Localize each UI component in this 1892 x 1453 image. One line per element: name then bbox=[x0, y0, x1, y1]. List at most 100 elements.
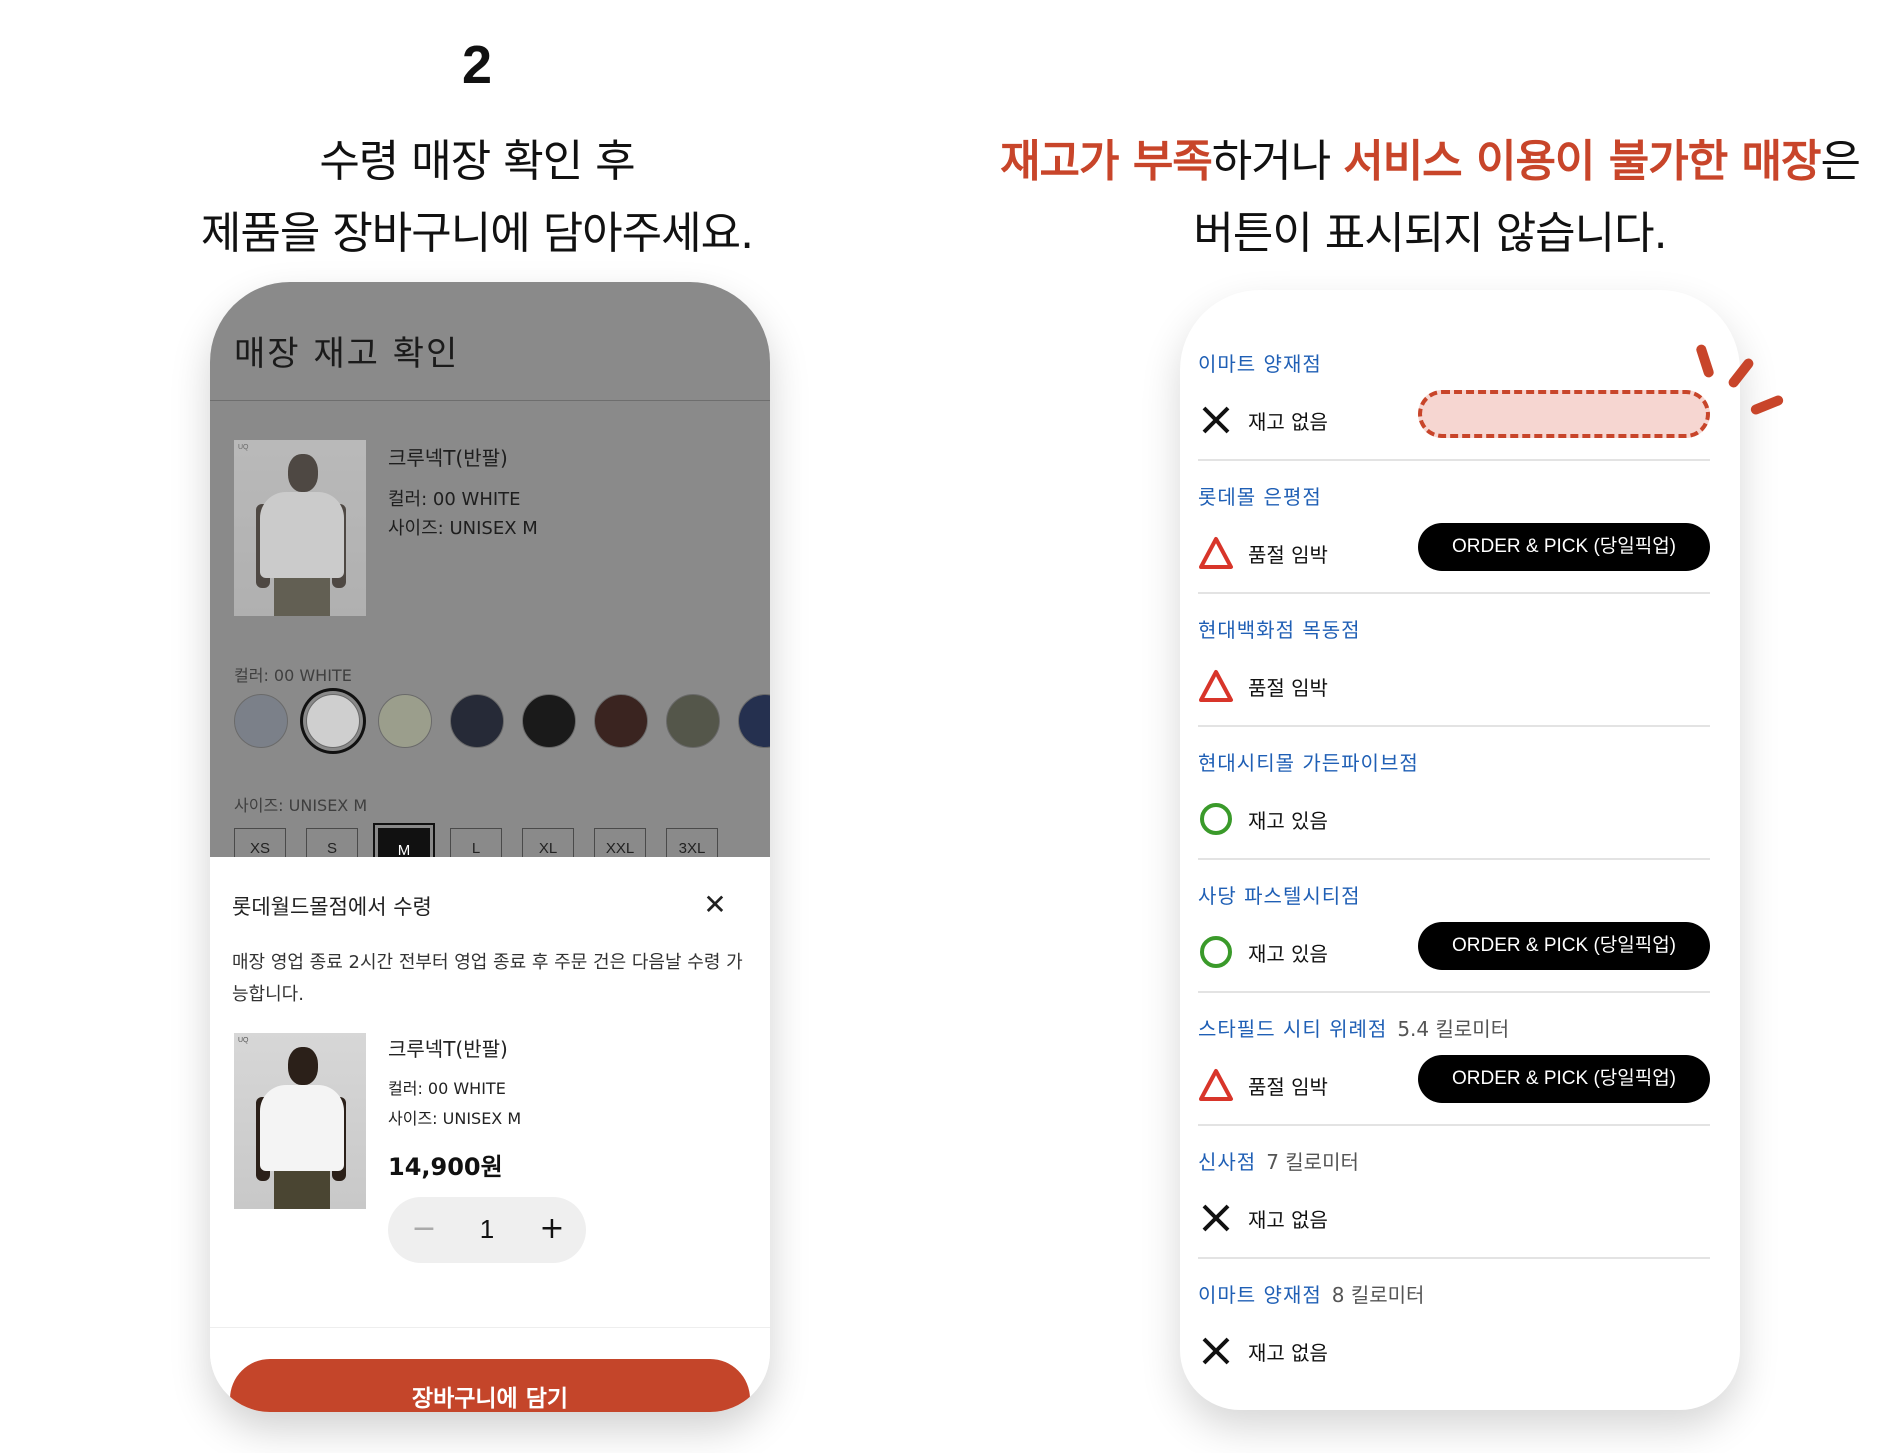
quantity-value: 1 bbox=[479, 1214, 495, 1244]
store-name: 현대백화점 목동점 bbox=[1198, 618, 1361, 642]
heading-tail: 은 bbox=[1820, 136, 1860, 187]
divider bbox=[210, 400, 770, 401]
divider bbox=[1198, 592, 1710, 594]
color-swatch[interactable] bbox=[738, 694, 770, 748]
phone-mockup-store-list: 이마트 양재점 재고 없음 롯데몰 은평점 품절 임박 ORDER & PICK (당일… bbox=[1180, 290, 1740, 1410]
pickup-sheet: 롯데월드몰점에서 수령 ✕ 매장 영업 종료 2시간 전부터 영업 종료 후 주… bbox=[210, 857, 770, 1412]
close-icon[interactable]: ✕ bbox=[700, 891, 730, 921]
store-row: 이마트 양재점재고 없음 bbox=[1198, 348, 1718, 481]
store-name-link[interactable]: 이마트 양재점 bbox=[1198, 348, 1322, 377]
order-pick-button[interactable]: ORDER & PICK (당일픽업) bbox=[1418, 922, 1710, 970]
add-to-cart-button[interactable]: 장바구니에 담기 bbox=[230, 1359, 750, 1412]
quantity-stepper: − 1 + bbox=[388, 1197, 586, 1263]
store-name-link[interactable]: 스타필드 시티 위례점 5.4 킬로미터 bbox=[1198, 1013, 1509, 1042]
triangle-icon bbox=[1198, 668, 1234, 704]
stock-status: 재고 없음 bbox=[1248, 410, 1328, 434]
heading-connector: 하거나 bbox=[1211, 136, 1344, 187]
color-swatch[interactable] bbox=[450, 694, 504, 748]
order-pick-button[interactable]: ORDER & PICK (당일픽업) bbox=[1418, 1055, 1710, 1103]
color-swatch[interactable] bbox=[234, 694, 288, 748]
order-pick-button[interactable]: ORDER & PICK (당일픽업) bbox=[1418, 523, 1710, 571]
divider bbox=[210, 1327, 770, 1328]
brand-tag: UQ bbox=[238, 444, 249, 451]
store-name: 이마트 양재점 bbox=[1198, 352, 1322, 376]
store-name-link[interactable]: 신사점 7 킬로미터 bbox=[1198, 1146, 1359, 1175]
x-icon bbox=[1198, 1200, 1234, 1236]
store-name-link[interactable]: 현대백화점 목동점 bbox=[1198, 614, 1361, 643]
store-row: 사당 파스텔시티점재고 있음 ORDER & PICK (당일픽업) bbox=[1198, 880, 1718, 1013]
store-name: 사당 파스텔시티점 bbox=[1198, 884, 1361, 908]
store-row: 현대백화점 목동점품절 임박 bbox=[1198, 614, 1718, 747]
x-icon bbox=[1198, 1333, 1234, 1369]
divider bbox=[1198, 1257, 1710, 1259]
store-row: 스타필드 시티 위례점 5.4 킬로미터품절 임박 ORDER & PICK (당일… bbox=[1198, 1013, 1718, 1146]
modal-title: 매장 재고 확인 bbox=[234, 334, 460, 374]
divider bbox=[1198, 858, 1710, 860]
stock-status: 품절 임박 bbox=[1248, 1075, 1328, 1099]
store-row: 롯데몰 은평점품절 임박 ORDER & PICK (당일픽업) bbox=[1198, 481, 1718, 614]
stock-status: 재고 없음 bbox=[1248, 1208, 1328, 1232]
increase-button[interactable]: + bbox=[534, 1211, 570, 1247]
triangle-icon bbox=[1198, 1067, 1234, 1103]
stock-status: 재고 있음 bbox=[1248, 809, 1328, 833]
left-heading-line1: 수령 매장 확인 후 bbox=[319, 136, 635, 187]
divider bbox=[1198, 1124, 1710, 1126]
brand-tag: UQ bbox=[238, 1037, 249, 1044]
store-name-link[interactable]: 현대시티몰 가든파이브점 bbox=[1198, 747, 1419, 776]
color-swatch[interactable] bbox=[306, 694, 360, 748]
product-name: 크루넥T(반팔) bbox=[388, 1037, 508, 1061]
store-name: 롯데몰 은평점 bbox=[1198, 485, 1322, 509]
color-swatch[interactable] bbox=[594, 694, 648, 748]
product-size: 사이즈: UNISEX M bbox=[388, 1109, 522, 1128]
color-swatch[interactable] bbox=[666, 694, 720, 748]
product-image: UQ bbox=[234, 440, 366, 616]
store-name-link[interactable]: 이마트 양재점 8 킬로미터 bbox=[1198, 1279, 1424, 1308]
divider bbox=[1198, 991, 1710, 993]
store-row: 이마트 양재점 8 킬로미터재고 없음 bbox=[1198, 1279, 1718, 1410]
pickup-notice: 매장 영업 종료 2시간 전부터 영업 종료 후 주문 건은 다음날 수령 가능… bbox=[232, 952, 743, 1005]
store-row: 신사점 7 킬로미터재고 없음 bbox=[1198, 1146, 1718, 1279]
store-name: 이마트 양재점 bbox=[1198, 1283, 1322, 1307]
left-heading: 수령 매장 확인 후 제품을 장바구니에 담아주세요. bbox=[0, 126, 954, 270]
store-row: 현대시티몰 가든파이브점재고 있음 bbox=[1198, 747, 1718, 880]
product-name: 크루넥T(반팔) bbox=[388, 446, 508, 470]
color-label: 컬러: 00 WHITE bbox=[234, 666, 352, 685]
right-heading: 재고가 부족하거나 서비스 이용이 불가한 매장은 버튼이 표시되지 않습니다. bbox=[970, 126, 1890, 270]
decrease-button[interactable]: − bbox=[406, 1211, 442, 1247]
highlight-unavailable: 서비스 이용이 불가한 매장 bbox=[1343, 136, 1821, 187]
store-name: 현대시티몰 가든파이브점 bbox=[1198, 751, 1419, 775]
phone-mockup-cart: 매장 재고 확인 UQ 크루넥T(반팔) 컬러: 00 WHITE 사이즈: U… bbox=[210, 282, 770, 1412]
circle-icon bbox=[1198, 934, 1234, 970]
color-swatch[interactable] bbox=[522, 694, 576, 748]
store-name-link[interactable]: 사당 파스텔시티점 bbox=[1198, 880, 1361, 909]
step-number: 2 bbox=[461, 35, 493, 95]
product-color: 컬러: 00 WHITE bbox=[388, 1079, 506, 1098]
circle-icon bbox=[1198, 801, 1234, 837]
color-swatch[interactable] bbox=[378, 694, 432, 748]
store-distance: 5.4 킬로미터 bbox=[1397, 1017, 1510, 1041]
product-size: 사이즈: UNISEX M bbox=[388, 518, 538, 539]
divider bbox=[1198, 459, 1710, 461]
hidden-button-placeholder bbox=[1418, 390, 1710, 438]
highlight-low-stock: 재고가 부족 bbox=[1000, 136, 1213, 187]
product-image: UQ bbox=[234, 1033, 366, 1209]
divider bbox=[1198, 725, 1710, 727]
stock-check-modal: 매장 재고 확인 UQ 크루넥T(반팔) 컬러: 00 WHITE 사이즈: U… bbox=[210, 282, 770, 868]
triangle-icon bbox=[1198, 535, 1234, 571]
size-label: 사이즈: UNISEX M bbox=[234, 796, 368, 815]
store-distance: 8 킬로미터 bbox=[1331, 1283, 1425, 1307]
stock-status: 재고 없음 bbox=[1248, 1341, 1328, 1365]
sheet-title: 롯데월드몰점에서 수령 bbox=[232, 895, 432, 919]
store-distance: 7 킬로미터 bbox=[1266, 1150, 1359, 1174]
right-heading-line1: 재고가 부족하거나 서비스 이용이 불가한 매장은 bbox=[970, 126, 1890, 198]
store-name-link[interactable]: 롯데몰 은평점 bbox=[1198, 481, 1322, 510]
store-name: 신사점 bbox=[1198, 1150, 1257, 1174]
stock-status: 재고 있음 bbox=[1248, 942, 1328, 966]
spark-icon bbox=[1749, 393, 1785, 417]
stock-status: 품절 임박 bbox=[1248, 676, 1328, 700]
product-color: 컬러: 00 WHITE bbox=[388, 489, 521, 510]
stock-status: 품절 임박 bbox=[1248, 543, 1328, 567]
right-heading-line2: 버튼이 표시되지 않습니다. bbox=[1193, 208, 1667, 259]
product-price: 14,900원 bbox=[388, 1153, 503, 1181]
left-heading-line2: 제품을 장바구니에 담아주세요. bbox=[200, 208, 754, 259]
